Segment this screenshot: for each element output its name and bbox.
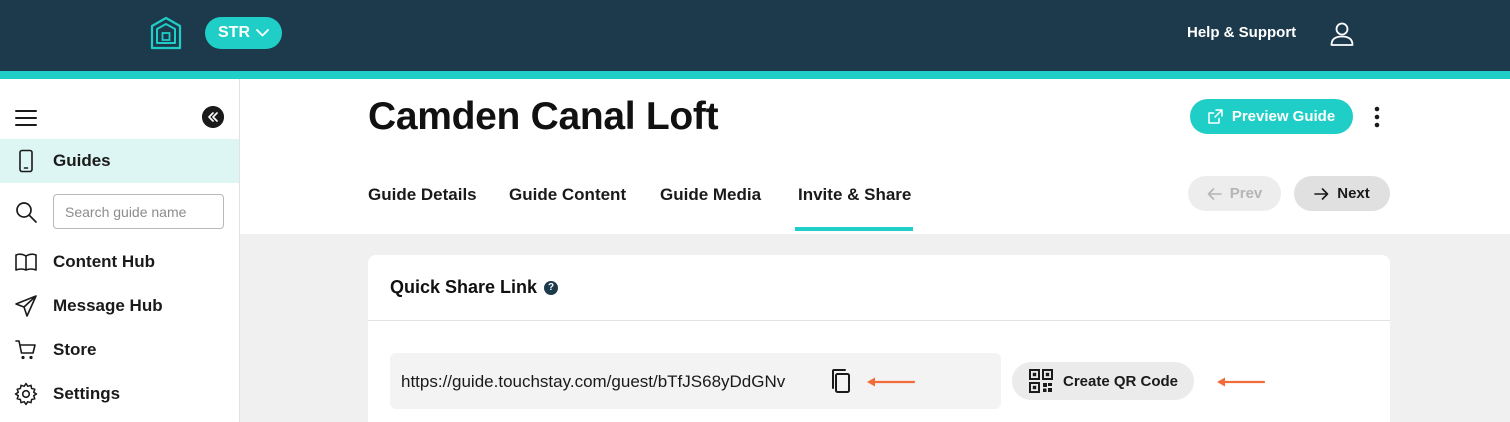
sidebar-item-label: Store [53, 340, 97, 359]
external-link-icon [1208, 109, 1223, 124]
share-link-text: https://guide.touchstay.com/guest/bTfJS6… [401, 372, 786, 391]
main-content: Camden Canal Loft Preview Guide Guide De… [240, 79, 1510, 422]
create-qr-code-button[interactable]: Create QR Code [1012, 362, 1194, 400]
hamburger-menu-icon[interactable] [14, 108, 38, 128]
card-title: Quick Share Link ? [390, 277, 559, 298]
sidebar-item-content-hub[interactable]: Content Hub [0, 240, 239, 284]
tab-invite-share[interactable]: Invite & Share [798, 185, 911, 205]
prev-label: Prev [1229, 185, 1263, 202]
preview-guide-label: Preview Guide [1231, 108, 1336, 125]
chevron-down-icon [256, 29, 269, 37]
sidebar-item-message-hub[interactable]: Message Hub [0, 284, 239, 328]
search-guide-input[interactable] [53, 194, 224, 229]
page-title: Camden Canal Loft [368, 95, 719, 138]
user-account-icon[interactable] [1328, 20, 1356, 48]
next-button[interactable]: Next [1294, 176, 1390, 211]
book-icon [15, 253, 37, 271]
account-type-label: STR [218, 24, 250, 41]
sidebar-item-label: Settings [53, 384, 121, 403]
annotation-arrow-icon [1217, 377, 1266, 387]
sidebar-item-label: Message Hub [53, 296, 163, 315]
sidebar: Guides Content Hub Message Hub Store Set… [0, 79, 240, 422]
arrow-left-icon [1207, 187, 1222, 200]
prev-button[interactable]: Prev [1188, 176, 1281, 211]
gear-icon [14, 382, 38, 406]
sidebar-item-settings[interactable]: Settings [0, 372, 239, 416]
sidebar-item-store[interactable]: Store [0, 328, 239, 372]
preview-guide-button[interactable]: Preview Guide [1190, 99, 1353, 134]
more-options-icon[interactable] [1367, 105, 1387, 129]
sidebar-item-guides[interactable]: Guides [0, 139, 239, 183]
tab-guide-details[interactable]: Guide Details [368, 185, 477, 205]
help-question-icon[interactable]: ? [544, 280, 559, 295]
qr-code-icon [1029, 369, 1053, 393]
quick-share-title: Quick Share Link [390, 277, 538, 297]
tab-guide-content[interactable]: Guide Content [509, 185, 626, 205]
touchstay-logo-icon[interactable] [150, 16, 182, 50]
sidebar-item-label: Content Hub [53, 252, 155, 271]
copy-icon[interactable] [828, 367, 854, 395]
collapse-sidebar-icon[interactable] [202, 106, 224, 128]
quick-share-card: Quick Share Link ? https://guide.touchst… [368, 255, 1390, 422]
next-label: Next [1337, 185, 1370, 202]
phone-icon [19, 149, 33, 173]
active-tab-indicator [795, 227, 913, 231]
top-accent-stripe [0, 71, 1510, 79]
top-navigation-bar: STR Help & Support [0, 0, 1510, 71]
cart-icon [15, 340, 36, 360]
help-support-link[interactable]: Help & Support [1187, 24, 1296, 41]
arrow-right-icon [1314, 187, 1329, 200]
create-qr-code-label: Create QR Code [1063, 373, 1179, 390]
tab-guide-media[interactable]: Guide Media [660, 185, 761, 205]
divider [368, 320, 1390, 321]
send-icon [15, 295, 37, 317]
account-type-dropdown[interactable]: STR [205, 17, 282, 49]
annotation-arrow-icon [867, 377, 916, 387]
search-icon [16, 202, 37, 223]
sidebar-item-label: Guides [53, 151, 111, 170]
guide-header: Camden Canal Loft Preview Guide Guide De… [240, 79, 1510, 234]
